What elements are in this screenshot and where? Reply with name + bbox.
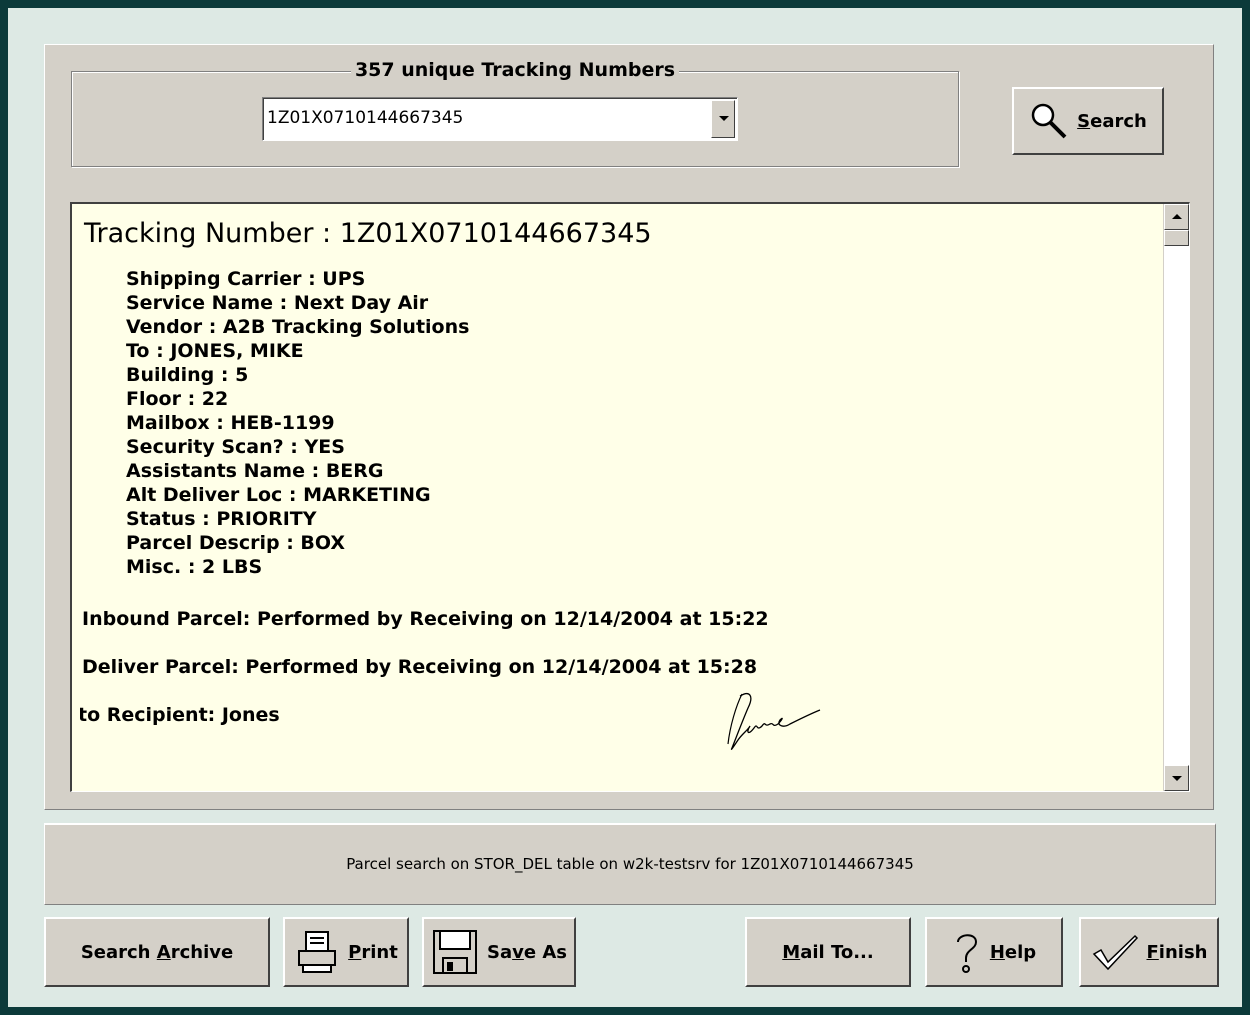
detail-field: Security Scan? : YES <box>126 436 345 458</box>
mail-to-label: ail To... <box>800 941 874 963</box>
help-button[interactable]: Help <box>925 917 1063 987</box>
help-label: elp <box>1004 941 1037 963</box>
save-as-mnemonic: v <box>512 941 524 963</box>
tracking-numbers-group: 357 unique Tracking Numbers 1Z01X0710144… <box>71 59 959 167</box>
status-message: Parcel search on STOR_DEL table on w2k-t… <box>346 855 914 873</box>
save-as-button[interactable]: Save As <box>422 917 576 987</box>
detail-field: Assistants Name : BERG <box>126 460 384 482</box>
print-button[interactable]: Print <box>283 917 409 987</box>
search-archive-label-rest: rchive <box>170 941 234 963</box>
detail-field: Service Name : Next Day Air <box>126 292 429 314</box>
tracking-number-select[interactable]: 1Z01X0710144667345 <box>262 97 738 141</box>
inbound-event: Inbound Parcel: Performed by Receiving o… <box>82 608 769 630</box>
detail-field: Misc. : 2 LBS <box>126 556 263 578</box>
group-legend: 357 unique Tracking Numbers <box>350 59 680 81</box>
finish-label: inish <box>1158 941 1208 963</box>
status-panel: Parcel search on STOR_DEL table on w2k-t… <box>44 823 1216 905</box>
detail-field: Parcel Descrip : BOX <box>126 532 346 554</box>
checkmark-icon <box>1092 934 1138 971</box>
detail-field: Building : 5 <box>126 364 249 386</box>
search-archive-button[interactable]: Search Archive <box>44 917 270 987</box>
magnifier-icon <box>1031 103 1067 139</box>
search-button-label: earch <box>1090 110 1147 132</box>
detail-field: Alt Deliver Loc : MARKETING <box>126 484 431 506</box>
dropdown-arrow-icon[interactable] <box>711 100 735 138</box>
print-label: rint <box>361 941 398 963</box>
detail-field: Vendor : A2B Tracking Solutions <box>126 316 470 338</box>
detail-field: To : JONES, MIKE <box>126 340 304 362</box>
mail-to-mnemonic: M <box>782 941 801 963</box>
tracking-number-select-value: 1Z01X0710144667345 <box>267 108 464 128</box>
details-scrollbar[interactable] <box>1163 204 1189 791</box>
detail-field: Mailbox : HEB-1199 <box>126 412 335 434</box>
signature-image <box>727 693 821 750</box>
search-archive-label-pre: Search <box>80 941 157 963</box>
detail-fields: Shipping Carrier : UPS Service Name : Ne… <box>126 267 1159 579</box>
finish-button[interactable]: Finish <box>1079 917 1219 987</box>
print-mnemonic: P <box>348 941 362 963</box>
scroll-up-icon[interactable] <box>1164 204 1189 230</box>
detail-field: Shipping Carrier : UPS <box>126 268 366 290</box>
question-mark-icon <box>956 934 977 973</box>
search-button[interactable]: Search <box>1012 87 1164 155</box>
save-as-label-rest: e As <box>523 941 567 963</box>
mail-to-button[interactable]: Mail To... <box>745 917 911 987</box>
help-mnemonic: H <box>989 941 1005 963</box>
search-archive-mnemonic: A <box>156 941 171 963</box>
detail-field: Status : PRIORITY <box>126 508 317 530</box>
scroll-thumb[interactable] <box>1164 230 1189 246</box>
tracking-details-pane[interactable]: Tracking Number : 1Z01X0710144667345 Shi… <box>70 202 1190 792</box>
tracking-number-heading: Tracking Number : 1Z01X0710144667345 <box>84 218 652 249</box>
save-as-label-pre: Sa <box>487 941 513 963</box>
deliver-event: Deliver Parcel: Performed by Receiving o… <box>82 656 758 678</box>
finish-mnemonic: F <box>1146 941 1159 963</box>
floppy-disk-icon <box>433 930 477 974</box>
scroll-down-icon[interactable] <box>1164 765 1189 791</box>
search-button-mnemonic: S <box>1077 110 1091 132</box>
detail-field: Floor : 22 <box>126 388 229 410</box>
printer-icon <box>298 931 337 973</box>
recipient-line: to Recipient: Jones <box>80 704 280 726</box>
app-window: 357 unique Tracking Numbers 1Z01X0710144… <box>8 8 1242 1007</box>
